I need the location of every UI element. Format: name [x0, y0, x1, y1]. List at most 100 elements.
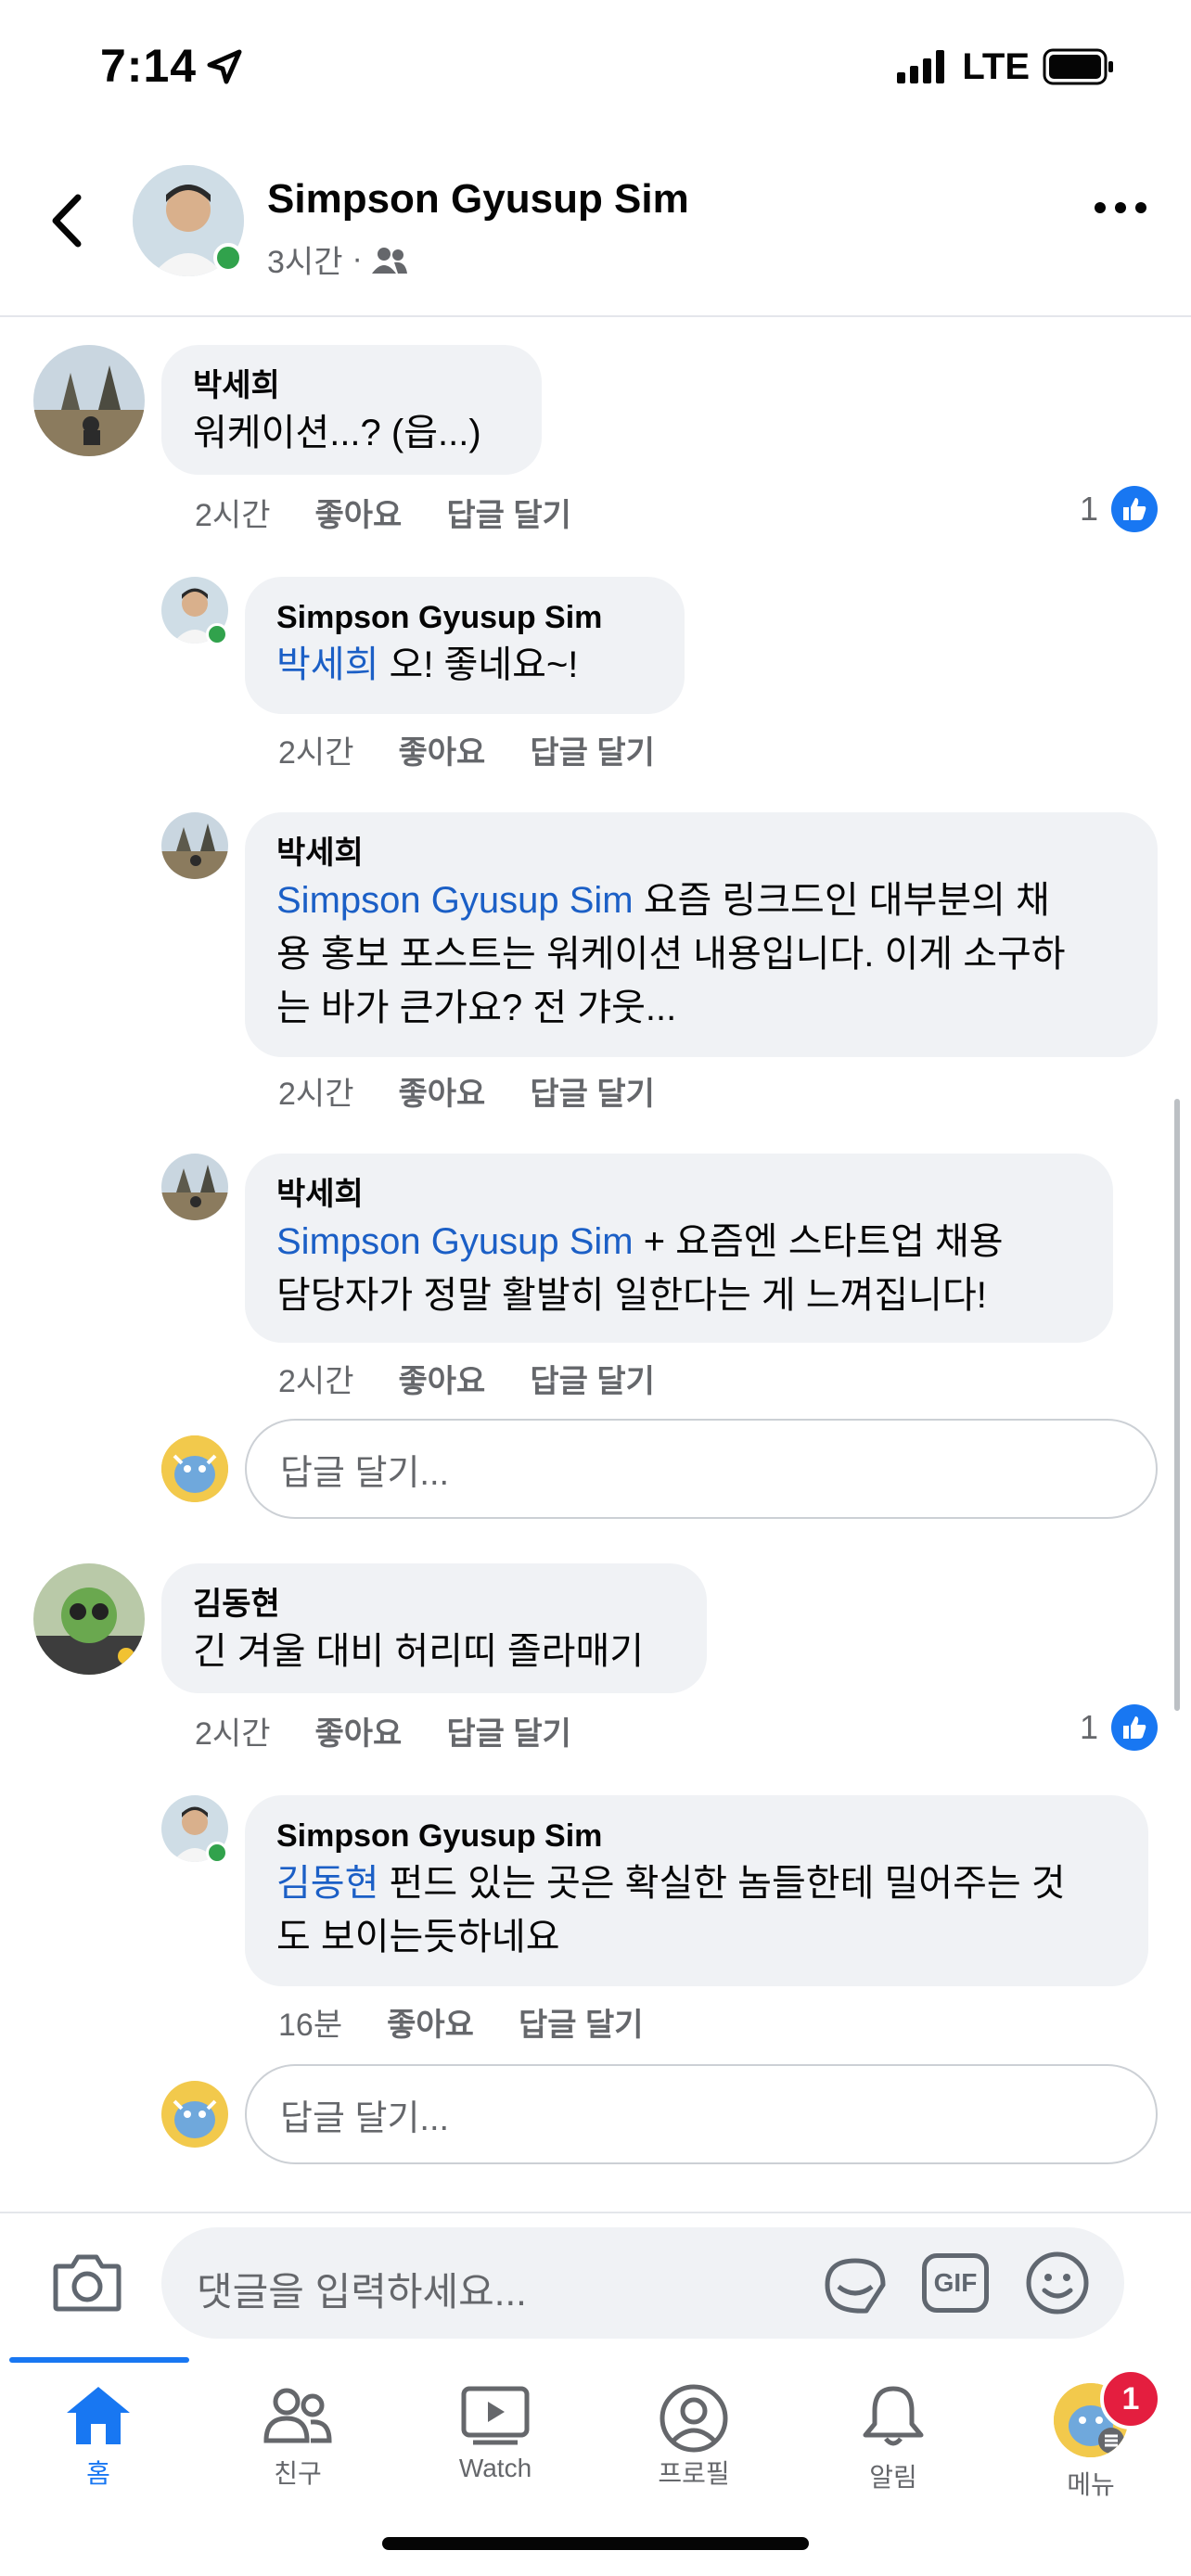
tab-profile[interactable]: 프로필 — [620, 2383, 768, 2491]
reply-input[interactable]: 답글 달기... — [245, 1419, 1158, 1519]
more-options-icon[interactable] — [1095, 202, 1146, 213]
mention-link[interactable]: Simpson Gyusup Sim — [276, 880, 634, 921]
reply-actions: 2시간 좋아요 답글 달기 — [278, 727, 655, 772]
camera-icon[interactable] — [52, 2251, 122, 2313]
bell-icon — [863, 2386, 924, 2446]
reply-button[interactable]: 답글 달기 — [519, 1999, 644, 2045]
reply-text: 김동현 펀드 있는 곳은 확실한 놈들한테 밀어주는 것 — [276, 1856, 1117, 1910]
post-meta: 3시간 · — [267, 236, 407, 282]
friends-icon — [263, 2388, 332, 2443]
reply-bubble[interactable]: 박세희 Simpson Gyusup Sim + 요즘엔 스타트업 채용 담당자… — [245, 1154, 1113, 1343]
reply-line-2: 담당자가 정말 활발히 일한다는 게 느껴집니다! — [276, 1275, 987, 1316]
comment-bubble[interactable]: 박세희 워케이션...? (읍...) — [161, 345, 542, 475]
reply-text: Simpson Gyusup Sim 요즘 링크드인 대부분의 채 — [276, 874, 1126, 927]
comment-time: 2시간 — [195, 1716, 271, 1752]
like-button[interactable]: 좋아요 — [314, 1708, 402, 1753]
active-tab-indicator — [9, 2357, 189, 2363]
emoji-icon[interactable] — [1024, 2250, 1091, 2316]
gif-icon[interactable]: GIF — [922, 2253, 989, 2313]
battery-icon — [1043, 48, 1113, 85]
like-button[interactable]: 좋아요 — [387, 1999, 474, 2045]
like-button[interactable]: 좋아요 — [398, 727, 485, 772]
comment-author[interactable]: 박세희 — [193, 365, 510, 406]
reply-avatar[interactable] — [161, 812, 228, 879]
location-arrow-icon — [207, 49, 242, 84]
like-count: 1 — [1079, 490, 1098, 528]
reply-button[interactable]: 답글 달기 — [530, 727, 655, 772]
reply-actions: 2시간 좋아요 답글 달기 — [278, 1356, 655, 1401]
tab-label: Watch — [458, 2454, 532, 2482]
comment-bubble[interactable]: 김동현 긴 겨울 대비 허리띠 졸라매기 — [161, 1563, 707, 1693]
reply-line-2: 용 홍보 포스트는 워케이션 내용입니다. 이게 소구하 — [276, 934, 1066, 975]
friends-audience-icon — [371, 247, 407, 274]
comment-input-placeholder: 댓글을 입력하세요... — [197, 2270, 527, 2314]
reaction-count[interactable]: 1 — [1080, 486, 1158, 532]
reply-button[interactable]: 답글 달기 — [530, 1068, 655, 1114]
tab-home[interactable]: 홈 — [24, 2383, 173, 2491]
online-indicator — [206, 1842, 228, 1864]
reply-line-1: 요즘 링크드인 대부분의 채 — [633, 880, 1050, 921]
reply-actions: 16분 좋아요 답글 달기 — [278, 1999, 644, 2045]
reaction-count[interactable]: 1 — [1080, 1704, 1158, 1751]
commenter-avatar[interactable] — [33, 1563, 145, 1675]
profile-icon — [660, 2384, 728, 2453]
notification-badge: 1 — [1100, 2368, 1161, 2429]
reply-avatar[interactable] — [161, 1154, 228, 1220]
tab-label: 알림 — [869, 2463, 917, 2492]
comment-time: 2시간 — [195, 498, 271, 533]
reply-author[interactable]: Simpson Gyusup Sim — [276, 597, 653, 638]
post-time: 3시간 — [267, 245, 343, 280]
author-name[interactable]: Simpson Gyusup Sim — [267, 176, 689, 223]
reply-line-1: + 요즘엔 스타트업 채용 — [633, 1221, 1004, 1262]
watch-icon — [461, 2386, 530, 2445]
reply-bubble[interactable]: Simpson Gyusup Sim 김동현 펀드 있는 곳은 확실한 놈들한테… — [245, 1795, 1148, 1986]
signal-icon — [897, 50, 945, 83]
reply-line-2: 도 보이는듯하네요 — [276, 1917, 560, 1958]
tab-notifications[interactable]: 알림 — [819, 2383, 967, 2494]
reply-input-placeholder: 답글 달기... — [280, 1453, 450, 1493]
reply-bubble[interactable]: Simpson Gyusup Sim 박세희 오! 좋네요~! — [245, 577, 685, 714]
reply-button[interactable]: 답글 달기 — [446, 490, 571, 535]
like-count: 1 — [1079, 1708, 1098, 1746]
tab-label: 친구 — [274, 2459, 322, 2488]
scrollbar[interactable] — [1174, 1099, 1180, 1711]
sticker-icon[interactable] — [820, 2251, 890, 2318]
my-avatar — [161, 1435, 228, 1502]
tab-label: 메뉴 — [1067, 2470, 1115, 2499]
mention-link[interactable]: Simpson Gyusup Sim — [276, 1221, 634, 1262]
reply-actions: 2시간 좋아요 답글 달기 — [278, 1068, 655, 1114]
back-icon[interactable] — [46, 190, 87, 251]
reply-time: 16분 — [278, 2008, 343, 2043]
status-time: 7:14 — [100, 40, 198, 92]
comment-author[interactable]: 김동현 — [193, 1584, 675, 1625]
home-icon — [67, 2387, 130, 2444]
tab-watch[interactable]: Watch — [421, 2383, 570, 2483]
reply-text: Simpson Gyusup Sim + 요즘엔 스타트업 채용 — [276, 1215, 1082, 1269]
comment-text: 긴 겨울 대비 허리띠 졸라매기 — [193, 1631, 645, 1672]
tab-label: 홈 — [86, 2459, 110, 2488]
reply-time: 2시간 — [278, 1364, 354, 1399]
reply-author[interactable]: 박세희 — [276, 833, 1126, 874]
like-button[interactable]: 좋아요 — [398, 1068, 485, 1114]
commenter-avatar[interactable] — [33, 345, 145, 456]
reply-text-body: 오! 좋네요~! — [378, 644, 579, 685]
online-indicator — [213, 243, 243, 273]
tab-friends[interactable]: 친구 — [224, 2383, 372, 2491]
meta-separator: · — [352, 241, 363, 276]
mention-link[interactable]: 박세희 — [276, 644, 378, 685]
reply-line-3: 는 바가 큰가요? 전 갸웃... — [276, 988, 677, 1028]
reply-bubble[interactable]: 박세희 Simpson Gyusup Sim 요즘 링크드인 대부분의 채 용 … — [245, 812, 1158, 1057]
reply-input[interactable]: 답글 달기... — [245, 2064, 1158, 2164]
like-reaction-icon — [1111, 1704, 1158, 1751]
comment-actions: 2시간 좋아요 답글 달기 — [195, 1708, 571, 1753]
reply-author[interactable]: Simpson Gyusup Sim — [276, 1816, 1117, 1856]
reply-time: 2시간 — [278, 735, 354, 771]
mention-link[interactable]: 김동현 — [276, 1863, 378, 1904]
reply-button[interactable]: 답글 달기 — [530, 1356, 655, 1401]
like-button[interactable]: 좋아요 — [398, 1356, 485, 1401]
like-button[interactable]: 좋아요 — [314, 490, 402, 535]
reply-button[interactable]: 답글 달기 — [446, 1708, 571, 1753]
comment-actions: 2시간 좋아요 답글 달기 — [195, 490, 571, 535]
reply-author[interactable]: 박세희 — [276, 1174, 1082, 1215]
like-reaction-icon — [1111, 486, 1158, 532]
